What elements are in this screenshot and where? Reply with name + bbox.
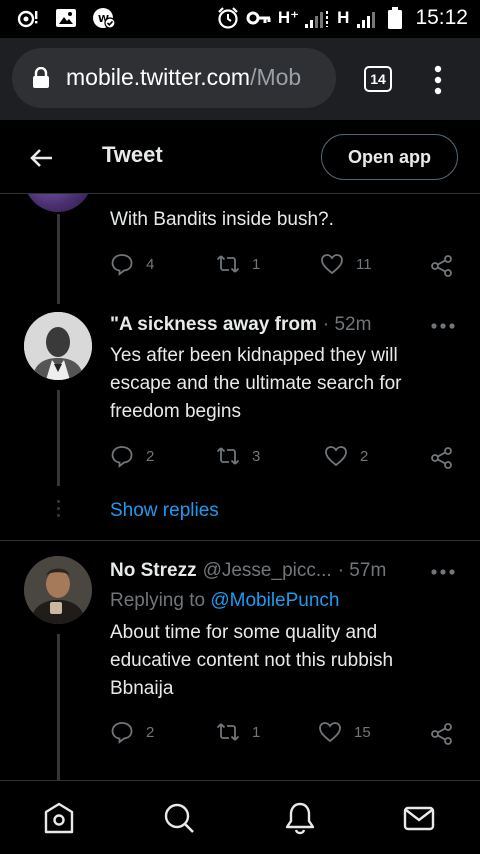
lock-icon: [33, 67, 49, 88]
like-button[interactable]: 2: [324, 444, 368, 468]
reply-count: 2: [146, 723, 155, 741]
reply-icon: [111, 722, 133, 744]
like-count: 2: [360, 447, 369, 465]
search-icon[interactable]: [162, 801, 196, 835]
page-header: Tweet Open app: [0, 120, 480, 194]
browser-toolbar: mobile.twitter.com/Mob 14: [0, 38, 480, 120]
like-button[interactable]: 15: [318, 720, 371, 744]
signal-icon-2: [357, 12, 376, 28]
tweet-actions: 4 1 11: [110, 252, 460, 282]
network-type-2: H: [337, 8, 350, 27]
retweet-button[interactable]: 1: [216, 252, 260, 276]
heart-icon: [325, 446, 347, 467]
thread-line: [57, 634, 60, 780]
share-icon[interactable]: [430, 722, 454, 746]
heart-icon: [321, 254, 343, 275]
notification-icon: [17, 10, 38, 28]
gallery-icon: [56, 9, 76, 27]
reply-button[interactable]: 2: [110, 720, 154, 744]
key-icon: [246, 11, 271, 25]
tab-switcher-button[interactable]: 14: [364, 66, 392, 92]
avatar[interactable]: [24, 312, 92, 380]
reply-count: 4: [146, 255, 155, 273]
battery-icon: [388, 7, 403, 29]
heart-icon: [319, 722, 341, 743]
mention-link[interactable]: @MobilePunch: [210, 590, 339, 611]
tweet-header: "A sickness away from · 52m: [110, 314, 371, 336]
vpn-shield-icon: W: [93, 8, 116, 29]
retweet-button[interactable]: 1: [216, 720, 260, 744]
author-handle[interactable]: @Jesse_picc...: [203, 560, 332, 582]
messages-icon[interactable]: [402, 801, 436, 835]
like-count: 15: [354, 723, 371, 741]
url-path: /Mob: [250, 64, 302, 90]
tweet-actions: 2 3 2: [110, 444, 460, 474]
notifications-icon[interactable]: [283, 801, 317, 835]
avatar-image: [24, 556, 92, 624]
replying-prefix: Replying to: [110, 590, 206, 611]
reply-icon: [111, 446, 133, 468]
bottom-navigation: [0, 780, 480, 854]
tweet-time[interactable]: · 57m: [338, 560, 387, 582]
divider: [0, 540, 480, 541]
reply-icon: [111, 254, 133, 276]
retweet-button[interactable]: 3: [216, 444, 260, 468]
avatar[interactable]: [24, 556, 92, 624]
tweet-actions: 2 1 15: [110, 720, 460, 750]
more-icon[interactable]: [430, 568, 456, 576]
retweet-icon: [216, 255, 240, 273]
retweet-icon: [216, 723, 240, 741]
more-options-icon[interactable]: [425, 64, 451, 96]
page-title: Tweet: [102, 142, 163, 167]
clock: 15:12: [415, 6, 468, 29]
avatar-image: [24, 312, 92, 380]
replying-to: Replying to @MobilePunch: [110, 590, 339, 612]
home-icon[interactable]: [42, 801, 76, 835]
tweet-text: Yes after been kidnapped they will escap…: [110, 345, 402, 422]
author-name[interactable]: No Strezz: [110, 560, 197, 582]
tweet-feed: With Bandits inside bush?. 4 1 11 "A sic…: [0, 194, 480, 780]
retweet-icon: [216, 447, 240, 465]
like-button[interactable]: 11: [320, 252, 372, 276]
signal-icon: [305, 11, 329, 28]
retweet-count: 1: [252, 255, 261, 273]
alarm-icon: [218, 7, 238, 29]
open-app-button[interactable]: Open app: [321, 134, 458, 180]
url-text[interactable]: mobile.twitter.com/Mob: [66, 64, 328, 91]
share-icon[interactable]: [430, 446, 454, 470]
show-replies-link[interactable]: Show replies: [110, 500, 219, 522]
thread-line: [57, 214, 60, 304]
more-icon[interactable]: [430, 322, 456, 330]
address-bar[interactable]: mobile.twitter.com/Mob: [12, 48, 336, 108]
tweet-time[interactable]: · 52m: [323, 314, 372, 336]
tweet-text: About time for some quality and educativ…: [110, 622, 394, 699]
tweet-header: No Strezz @Jesse_picc... · 57m: [110, 560, 386, 582]
thread-dots: [57, 500, 60, 521]
tweet-text: With Bandits inside bush?.: [110, 209, 334, 230]
url-host: mobile.twitter.com: [66, 64, 251, 90]
back-arrow-icon[interactable]: [28, 144, 56, 172]
status-bar: W H⁺ H 15:12: [0, 0, 480, 38]
author-name[interactable]: "A sickness away from: [110, 314, 317, 336]
share-icon[interactable]: [430, 254, 454, 278]
reply-count: 2: [146, 447, 155, 465]
like-count: 11: [356, 255, 372, 273]
retweet-count: 1: [252, 723, 261, 741]
reply-button[interactable]: 4: [110, 252, 154, 276]
reply-button[interactable]: 2: [110, 444, 154, 468]
avatar[interactable]: [24, 194, 92, 212]
retweet-count: 3: [252, 447, 261, 465]
network-type-1: H⁺: [277, 8, 300, 27]
thread-line: [57, 390, 60, 486]
